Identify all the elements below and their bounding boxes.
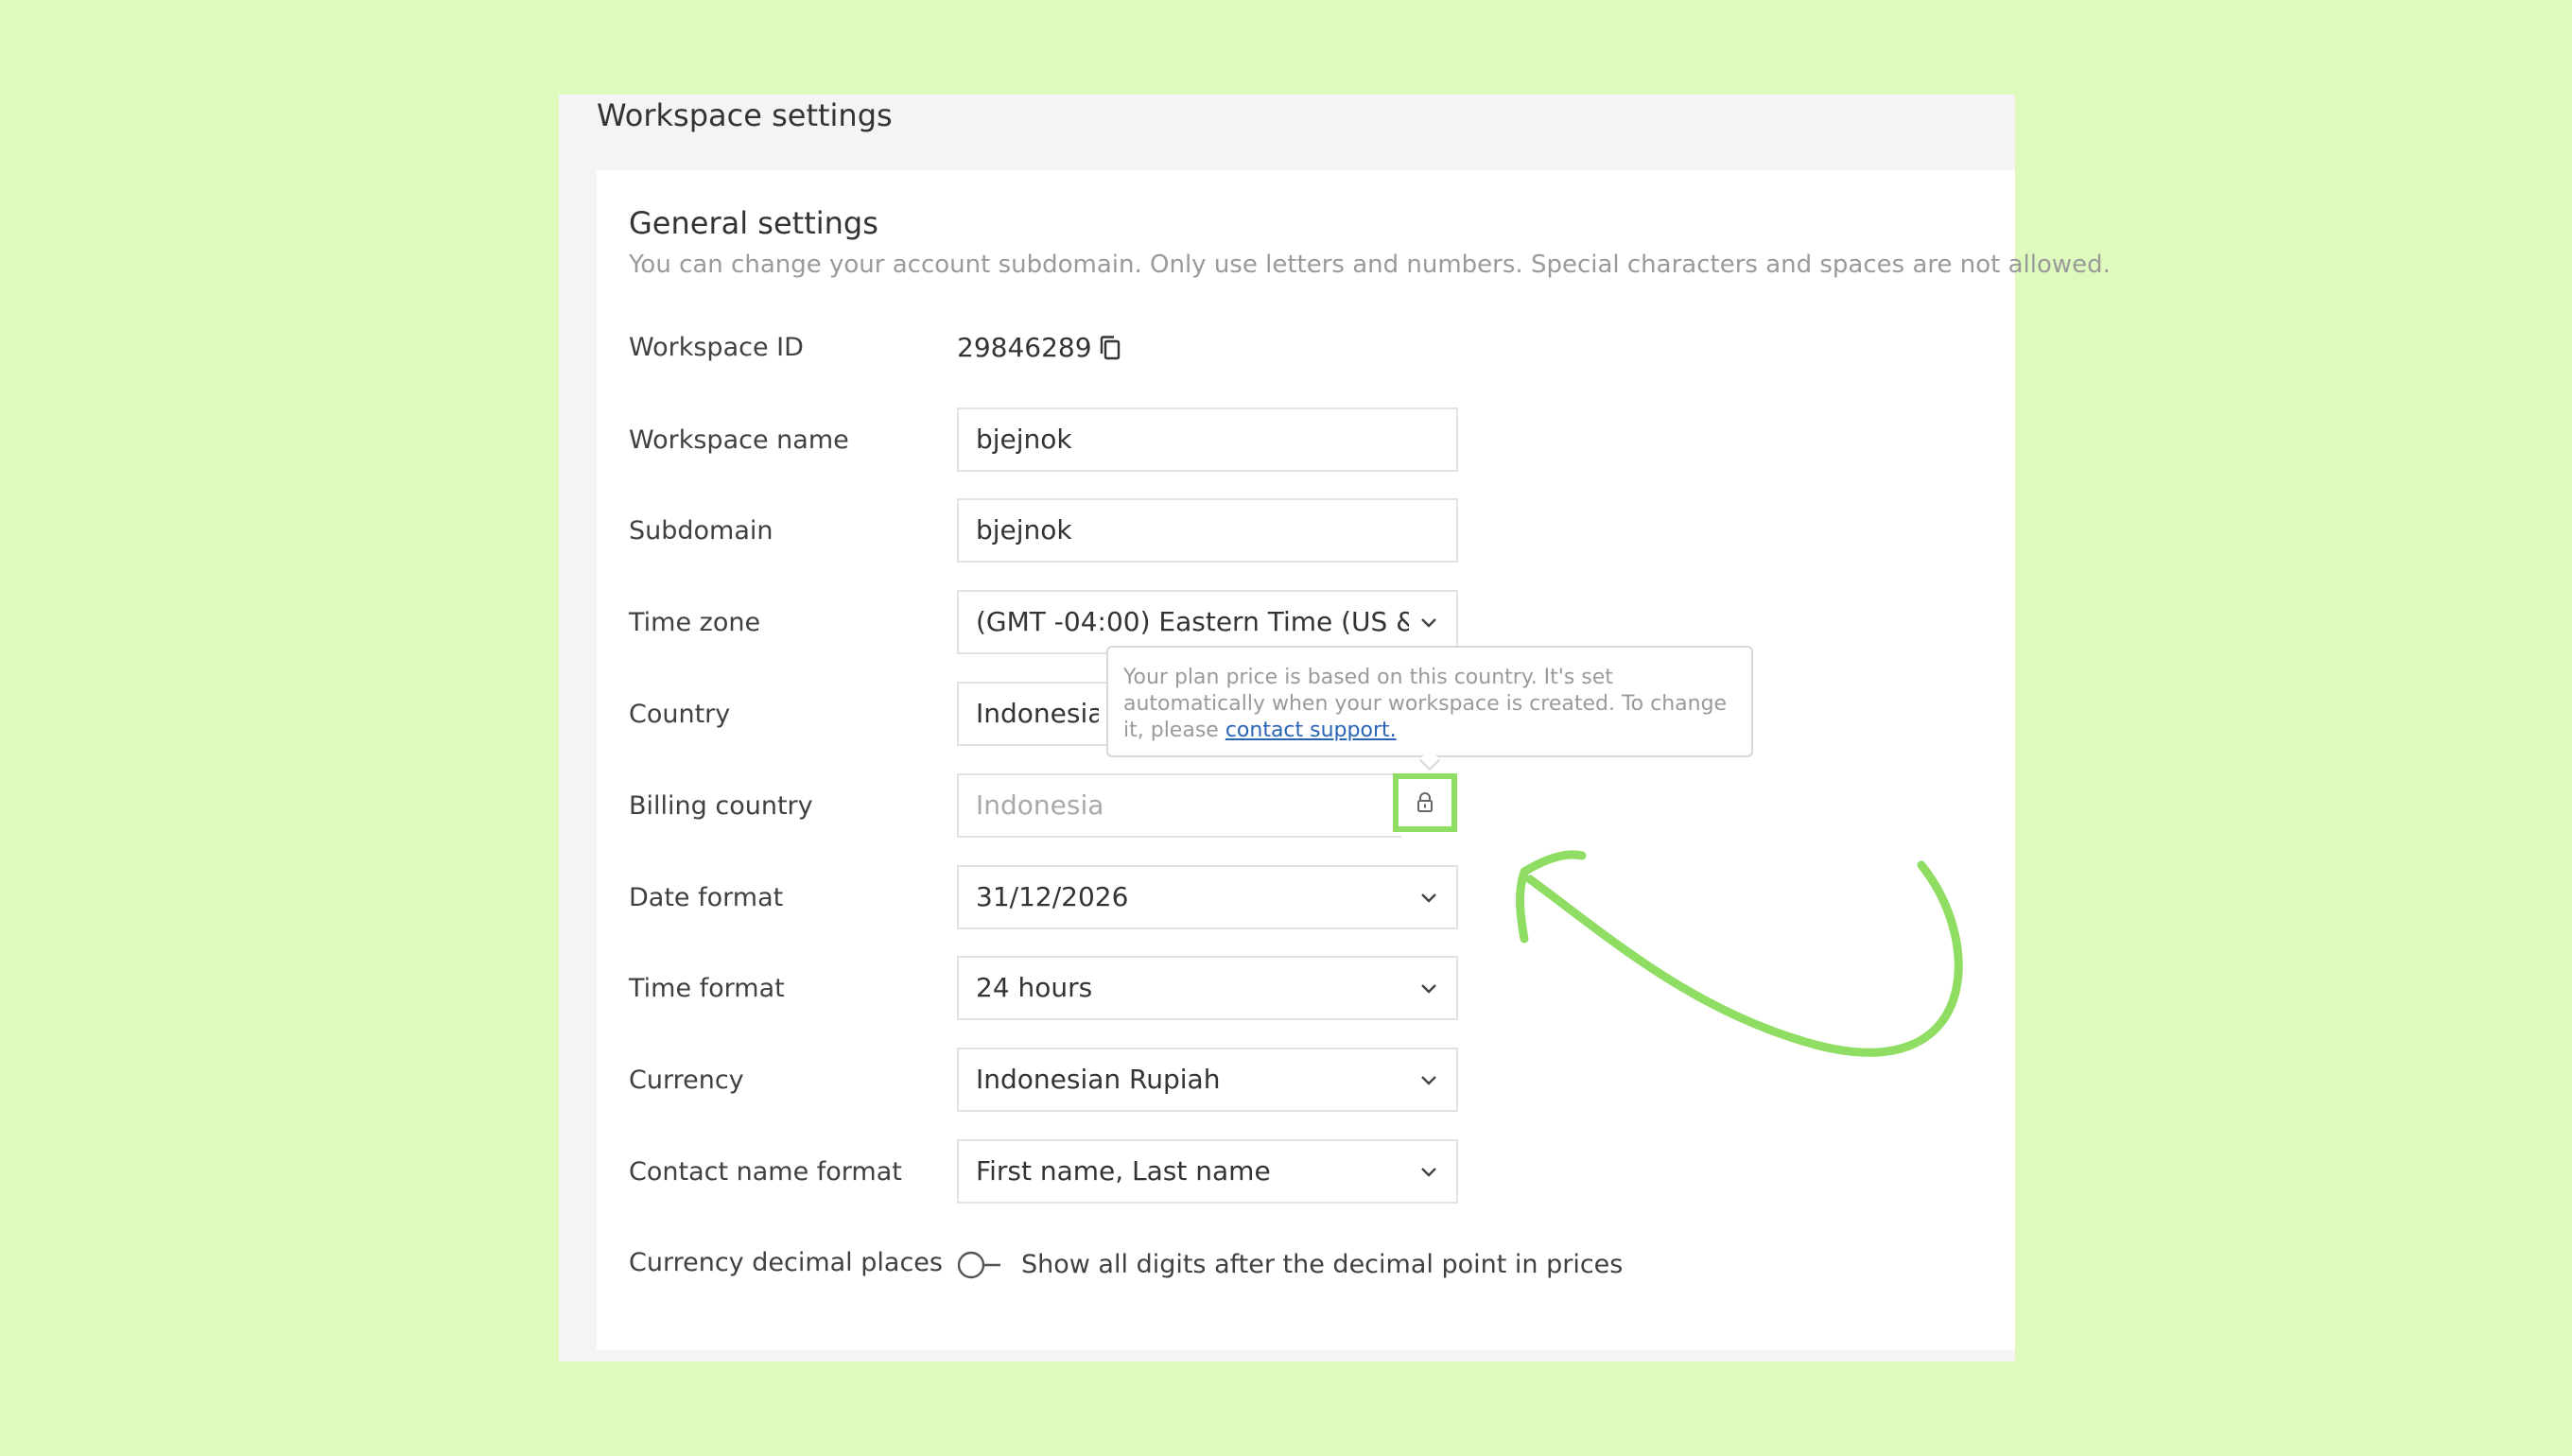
- curved-arrow-icon: [1516, 850, 1963, 1057]
